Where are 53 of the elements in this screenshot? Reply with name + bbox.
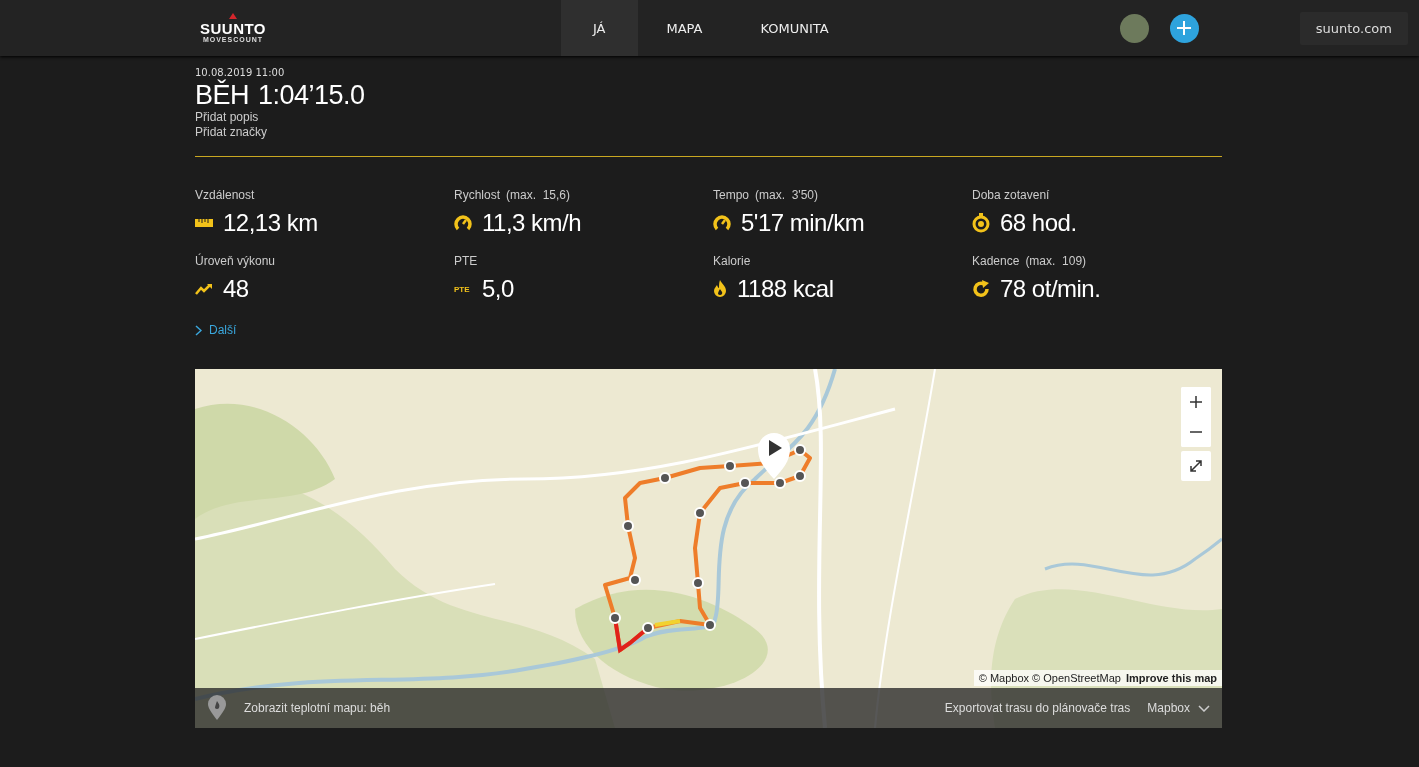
stat-value: 5,0 [482,275,514,303]
stat-value: 78 ot/min. [1000,275,1101,303]
export-route-link[interactable]: Exportovat trasu do plánovače tras [944,701,1131,715]
stat-max: (max. 15,6) [506,188,571,202]
more-link[interactable]: Další [195,323,237,337]
site-link[interactable]: suunto.com [1299,11,1408,45]
stat-max: (max. 3'50) [755,188,818,202]
stat-value: 1188 kcal [737,275,834,303]
stat-value: 11,3 km/h [482,209,582,237]
flame-icon [713,280,727,298]
heatmap-toggle[interactable]: Zobrazit teplotní mapu: běh [244,701,945,715]
improve-map-link[interactable]: Improve this map [1125,672,1217,684]
add-link[interactable]: Přidat popis [195,110,259,125]
circular-arrow-icon [972,280,990,298]
stat-label: Kadence [972,254,1020,268]
ruler-icon [195,218,213,228]
stat-label: Tempo [713,188,750,202]
stopwatch-icon [972,213,990,233]
minus-icon [1190,431,1202,433]
activity-date: 10.08.2019 11:00 [195,67,285,78]
gauge-icon [713,214,731,232]
activity-duration: 1:04’15.0 [258,80,365,110]
stat-value: 48 [223,275,249,303]
pte-label: PTE [454,284,471,294]
stat-value: 68 hod. [1000,209,1077,237]
add-button[interactable] [1169,13,1199,43]
gauge-icon [454,214,472,232]
map-attribution: © Mapbox © OpenStreetMap [978,672,1121,684]
map-pin-icon [207,695,227,721]
stat-label: Úroveň výkonu [195,254,276,268]
activity-type: BĚH [195,80,250,110]
stat-label: Rychlost [454,188,500,202]
map-style-select[interactable]: Mapbox [1147,701,1210,715]
plus-icon [1176,20,1193,36]
avatar[interactable] [1119,13,1149,43]
stat-value: 5'17 min/km [741,209,865,237]
stat-max: (max. 109) [1025,254,1087,268]
stat-label: Kalorie [713,254,751,268]
trend-arrow-icon [195,283,213,295]
stat-label: Vzdálenost [195,188,255,202]
expand-icon [1190,460,1202,472]
nav-tab[interactable]: MAPA [637,0,732,56]
plus-icon [1190,396,1202,408]
brand-name: SUUNTO [199,21,267,36]
fullscreen-button[interactable] [1181,451,1211,481]
stat-label: PTE [454,254,478,268]
add-link[interactable]: Přidat značky [195,125,268,140]
chevron-right-icon [195,324,202,336]
chevron-down-icon [1198,704,1210,712]
stat-label: Doba zotavení [972,188,1050,202]
stat-value: 12,13 km [223,209,318,237]
nav-tab[interactable]: KOMUNITA [731,0,858,56]
nav-tab[interactable]: JÁ [561,0,638,56]
